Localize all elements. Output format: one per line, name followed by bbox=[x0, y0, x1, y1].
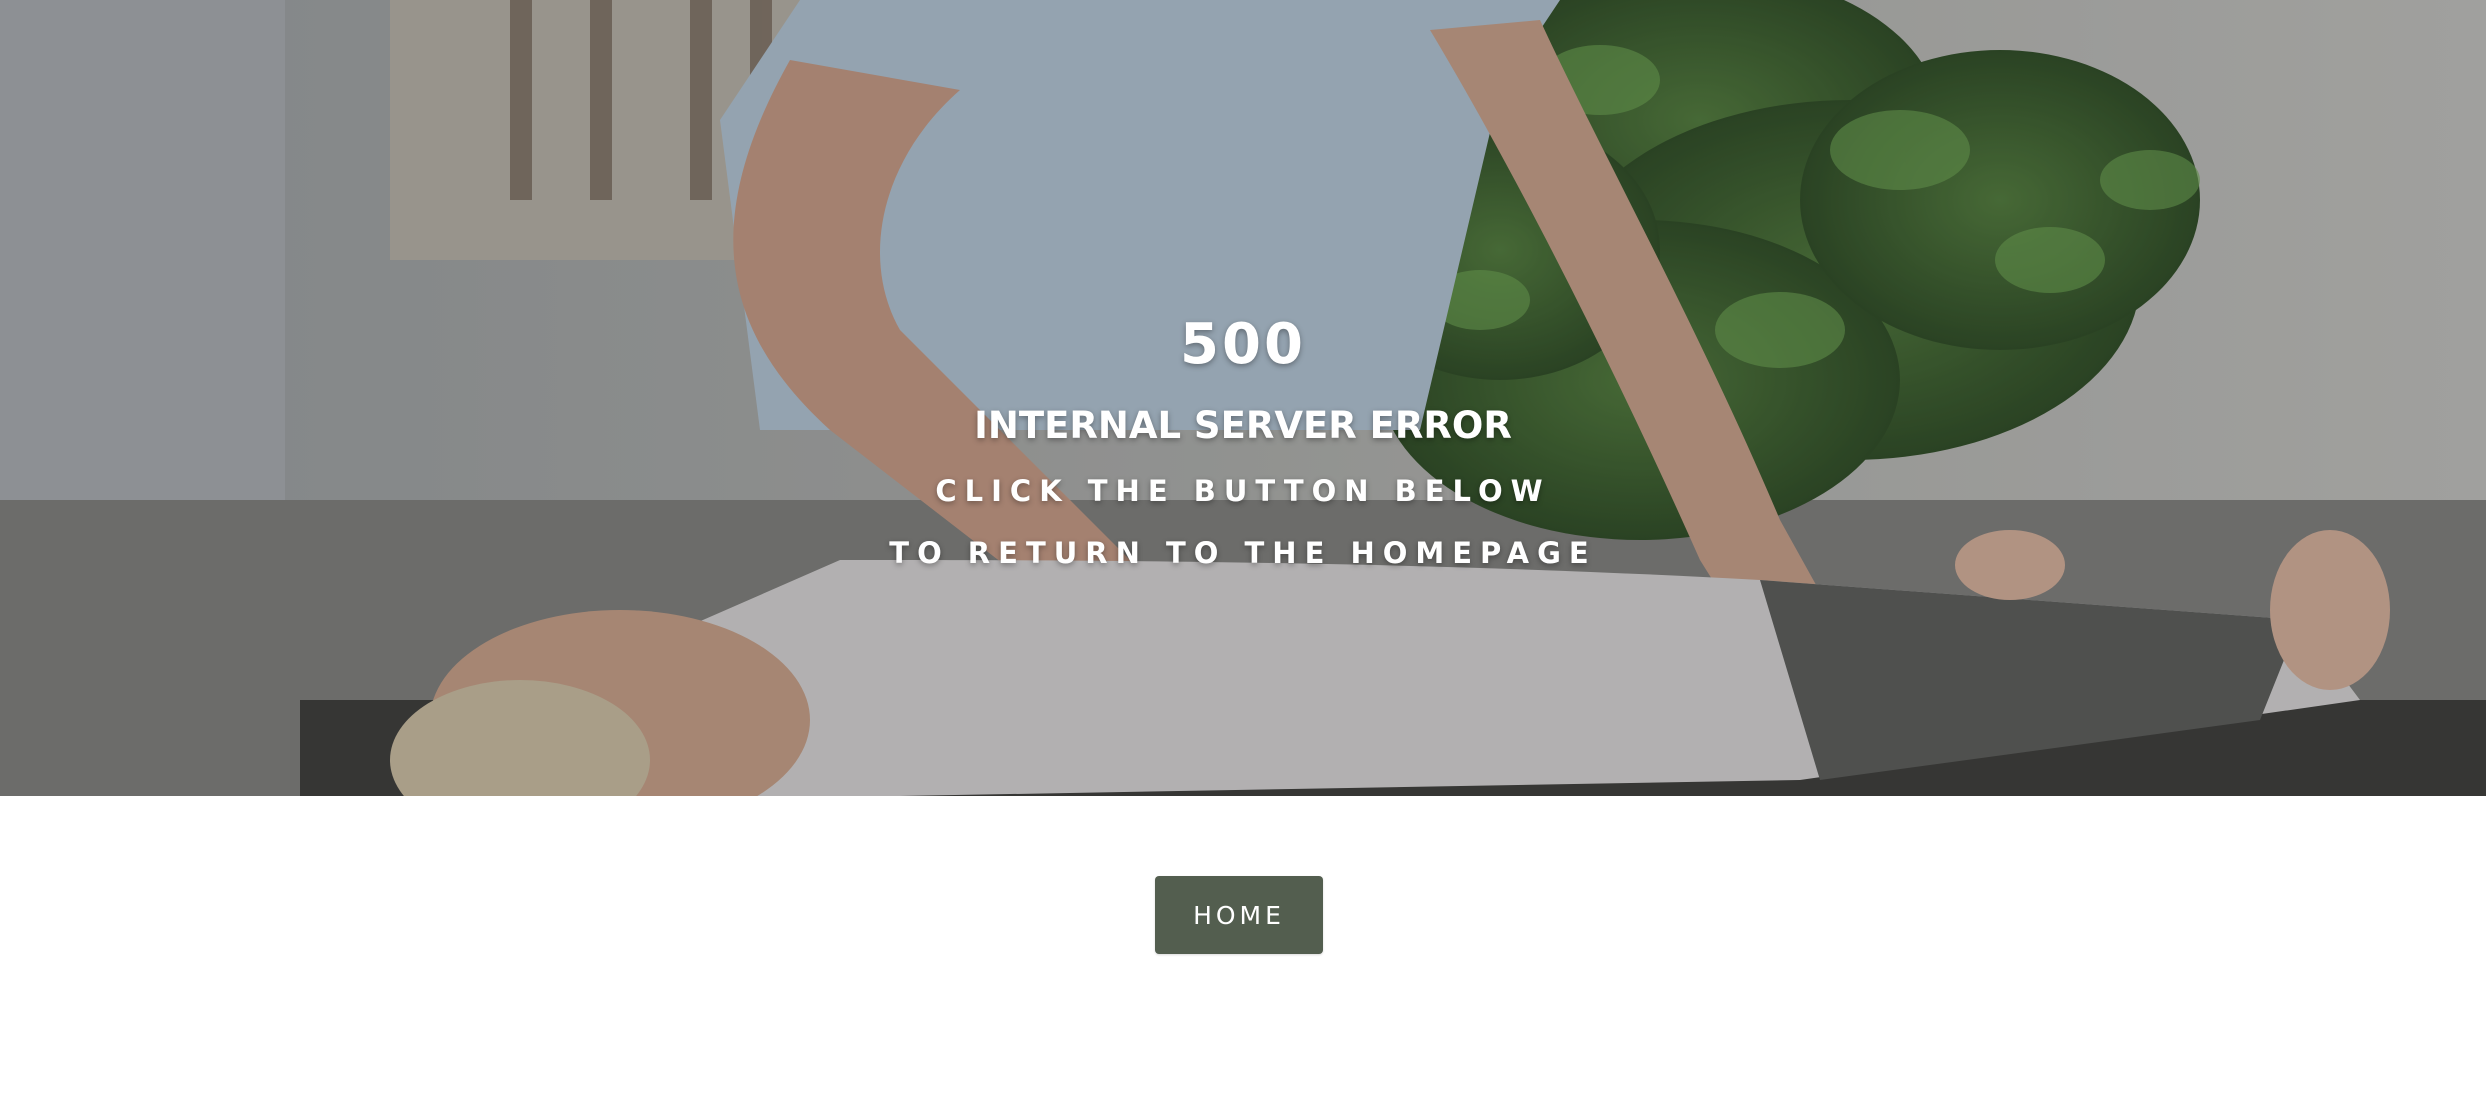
hero-dark-overlay bbox=[0, 0, 2486, 796]
instruction-line-2: TO RETURN TO THE HOMEPAGE bbox=[889, 536, 1597, 570]
error-title: INTERNAL SERVER ERROR bbox=[974, 404, 1512, 447]
hero-banner: 500 INTERNAL SERVER ERROR CLICK THE BUTT… bbox=[0, 0, 2486, 796]
error-code: 500 bbox=[1180, 312, 1306, 377]
instruction-line-1: CLICK THE BUTTON BELOW bbox=[935, 474, 1551, 508]
home-button[interactable]: HOME bbox=[1155, 876, 1323, 954]
